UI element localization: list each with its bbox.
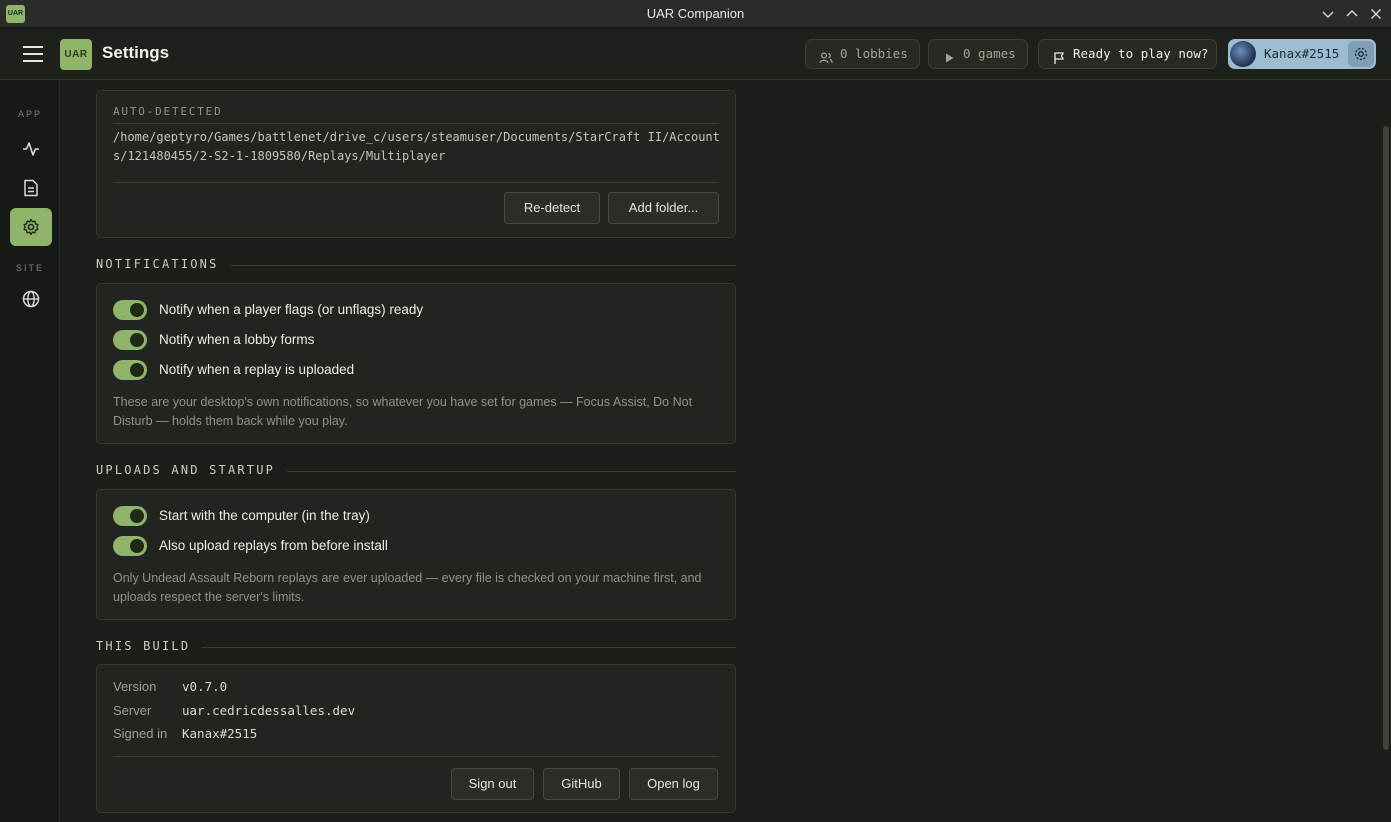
globe-icon [22,290,40,308]
flag-icon [1052,47,1066,64]
replay-folders-card: AUTO-DETECTED /home/geptyro/Games/battle… [96,90,736,238]
open-log-button[interactable]: Open log [629,768,718,800]
maximize-icon[interactable] [1343,5,1361,23]
games-count: 0 games [963,46,1016,61]
build-card: Version v0.7.0 Server uar.cedricdessalle… [96,664,736,813]
users-icon [819,47,833,64]
brand-logo[interactable]: UAR [60,39,92,70]
toggle-label: Notify when a lobby forms [159,332,315,347]
ready-button[interactable]: Ready to play now? [1038,39,1217,69]
minimize-icon[interactable] [1319,5,1337,23]
sidebar-section-app: APP [17,109,42,119]
toggle-switch[interactable] [113,536,147,556]
username: Kanax#2515 [1264,46,1340,61]
settings-content: AUTO-DETECTED /home/geptyro/Games/battle… [61,80,1381,822]
window-title: UAR Companion [646,6,745,21]
toggle-switch[interactable] [113,360,147,380]
signed-in-key: Signed in [113,726,168,741]
divider [113,756,719,757]
auto-detected-heading: AUTO-DETECTED [113,105,223,118]
toggle-label: Notify when a replay is uploaded [159,362,355,377]
version-key: Version [113,679,157,694]
toggle-label: Notify when a player flags (or unflags) … [159,302,424,317]
gear-icon [1354,47,1368,61]
lobbies-count: 0 lobbies [840,46,908,61]
server-value: uar.cedricdessalles.dev [182,703,356,718]
uploads-card: Start with the computer (in the tray) Al… [96,489,736,620]
games-pill[interactable]: 0 games [928,39,1028,69]
toggle-label: Start with the computer (in the tray) [159,508,370,523]
document-icon [24,179,38,197]
sidebar-item-replays[interactable] [10,169,52,207]
ready-label: Ready to play now? [1073,46,1209,61]
sidebar-item-activity[interactable] [10,130,52,168]
activity-icon [23,142,39,156]
scrollbar-thumb[interactable] [1383,126,1389,750]
notifications-heading: NOTIFICATIONS [96,257,231,271]
account-settings-button[interactable] [1348,41,1374,67]
app-header: UAR Settings 0 lobbies 0 games Ready to … [0,29,1391,80]
sidebar-item-settings[interactable] [10,208,52,246]
signed-in-value: Kanax#2515 [182,726,258,741]
uploads-section-heading: UPLOADS AND STARTUP [96,463,736,479]
replay-folder-path: /home/geptyro/Games/battlenet/drive_c/us… [113,130,720,163]
toggle-label: Also upload replays from before install [159,538,388,553]
lobbies-pill[interactable]: 0 lobbies [805,39,920,69]
notifications-card: Notify when a player flags (or unflags) … [96,283,736,444]
close-icon[interactable] [1367,5,1385,23]
build-section-heading: THIS BUILD [96,639,736,655]
sidebar-section-site: SITE [15,263,44,273]
avatar [1230,41,1256,67]
divider [113,182,719,183]
add-folder-button[interactable]: Add folder... [608,192,719,224]
scrollbar[interactable] [1381,80,1391,822]
uploads-heading: UPLOADS AND STARTUP [96,463,288,477]
user-menu[interactable]: Kanax#2515 [1228,39,1376,69]
notifications-note: These are your desktop's own notificatio… [113,395,693,428]
page-title: Settings [102,43,170,62]
build-heading: THIS BUILD [96,639,203,653]
uploads-note: Only Undead Assault Reborn replays are e… [113,571,702,604]
play-icon [942,47,956,63]
window-titlebar: UAR UAR Companion [0,0,1391,28]
toggle-switch[interactable] [113,330,147,350]
version-value: v0.7.0 [182,679,228,694]
toggle-switch[interactable] [113,506,147,526]
toggle-switch[interactable] [113,300,147,320]
sign-out-button[interactable]: Sign out [451,768,534,800]
gear-icon [23,218,39,236]
notifications-section-heading: NOTIFICATIONS [96,257,736,273]
divider [113,123,719,124]
sidebar-item-website[interactable] [10,280,52,318]
github-button[interactable]: GitHub [543,768,620,800]
redetect-button[interactable]: Re-detect [504,192,600,224]
server-key: Server [113,703,152,718]
menu-icon[interactable] [21,43,45,65]
sidebar: APP SITE [0,80,60,822]
